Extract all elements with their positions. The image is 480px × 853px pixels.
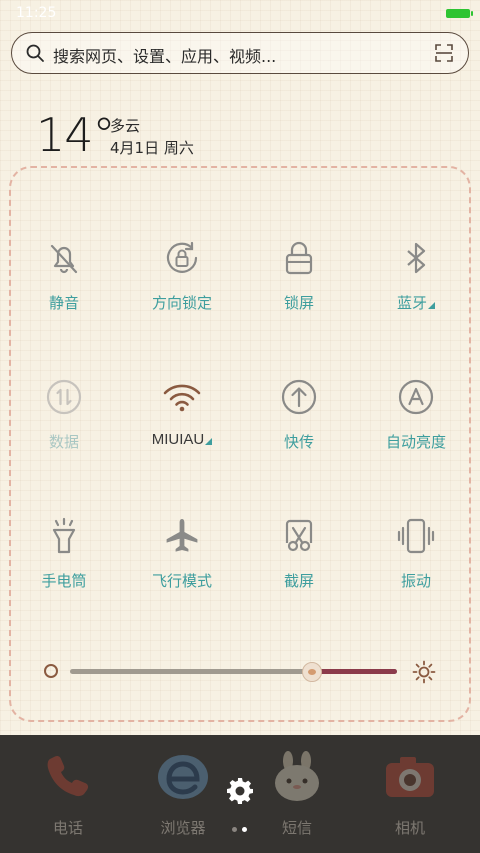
toggle-mobile-data[interactable]: 数据: [6, 377, 122, 487]
expand-corner-icon: [428, 302, 435, 309]
toggle-screenshot[interactable]: 截屏: [241, 516, 357, 626]
rotation-lock-icon: [166, 241, 198, 273]
search-placeholder: 搜索网页、设置、应用、视频...: [53, 47, 277, 66]
expand-corner-icon: [205, 438, 213, 445]
toggle-vibrate[interactable]: 振动: [358, 516, 474, 626]
brightness-track[interactable]: [70, 662, 397, 682]
vibrate-icon: [397, 518, 435, 554]
toggle-label: 截屏: [283, 572, 314, 590]
camera-icon: [386, 757, 434, 797]
scan-icon[interactable]: [434, 43, 454, 63]
toggle-label: 自动亮度: [385, 433, 446, 451]
toggle-label: 快传: [283, 433, 314, 451]
auto-brightness-icon: [398, 379, 434, 415]
dock-app-label: 浏览器: [160, 819, 206, 837]
toggle-label: 锁屏: [283, 294, 314, 312]
toggle-bluetooth[interactable]: 蓝牙: [358, 238, 474, 348]
toggle-label: 数据: [48, 433, 79, 451]
toggle-airplane-mode[interactable]: 飞行模式: [124, 516, 240, 626]
battery-icon: [446, 9, 473, 18]
dock-app-camera[interactable]: 相机: [370, 749, 450, 838]
dock-app-label: 电话: [52, 819, 83, 837]
toggle-label: 静音: [48, 294, 79, 312]
search-icon: [26, 44, 44, 62]
bluetooth-icon: [407, 242, 426, 274]
search-bar[interactable]: 搜索网页、设置、应用、视频...: [11, 32, 469, 74]
page-dot: [242, 827, 247, 832]
lock-icon: [285, 241, 313, 275]
brightness-high-icon: [412, 660, 436, 684]
messages-icon: [275, 751, 319, 801]
toggle-label: MIUIAU: [124, 431, 240, 448]
toggle-rotation-lock[interactable]: 方向锁定: [124, 238, 240, 348]
dock-app-label: 相机: [394, 819, 425, 837]
toggle-label: 飞行模式: [151, 572, 212, 590]
dock-app-messages[interactable]: 短信: [257, 749, 337, 838]
dock-app-phone[interactable]: 电话: [28, 749, 108, 838]
mobile-data-icon: [46, 379, 82, 415]
page-indicator: [232, 827, 252, 833]
dock-app-label: 短信: [281, 819, 312, 837]
flashlight-icon: [52, 517, 76, 554]
toggle-label: 手电筒: [41, 572, 87, 590]
status-bar: 11:25: [0, 0, 480, 28]
wifi-icon: [163, 384, 201, 412]
toggle-quick-transfer[interactable]: 快传: [241, 377, 357, 487]
toggle-lock-screen[interactable]: 锁屏: [241, 238, 357, 348]
upload-arrow-icon: [281, 379, 317, 415]
toggle-flashlight[interactable]: 手电筒: [6, 516, 122, 626]
screenshot-icon: [285, 519, 313, 552]
brightness-fill: [311, 669, 397, 674]
phone-icon: [47, 755, 89, 797]
toggle-label: 方向锁定: [151, 294, 212, 312]
brightness-thumb[interactable]: [301, 662, 322, 682]
toggle-auto-brightness[interactable]: 自动亮度: [358, 377, 474, 487]
status-time: 11:25: [16, 5, 57, 21]
weather-condition: 多云: [110, 117, 141, 135]
bell-off-icon: [50, 244, 78, 274]
browser-icon: [158, 755, 208, 799]
airplane-icon: [166, 519, 198, 552]
page-dot: [232, 827, 237, 832]
brightness-slider[interactable]: [40, 656, 440, 688]
weather-temperature: 14°: [36, 108, 116, 162]
toggle-label: 蓝牙: [358, 292, 474, 313]
brightness-low-icon: [44, 664, 58, 678]
gear-icon[interactable]: [225, 776, 255, 806]
toggle-label: 振动: [400, 572, 431, 590]
dock-app-browser[interactable]: 浏览器: [143, 749, 223, 838]
toggle-silent[interactable]: 静音: [6, 238, 122, 348]
toggle-wifi[interactable]: MIUIAU: [124, 377, 240, 487]
weather-date: 4月1日 周六: [110, 139, 194, 157]
